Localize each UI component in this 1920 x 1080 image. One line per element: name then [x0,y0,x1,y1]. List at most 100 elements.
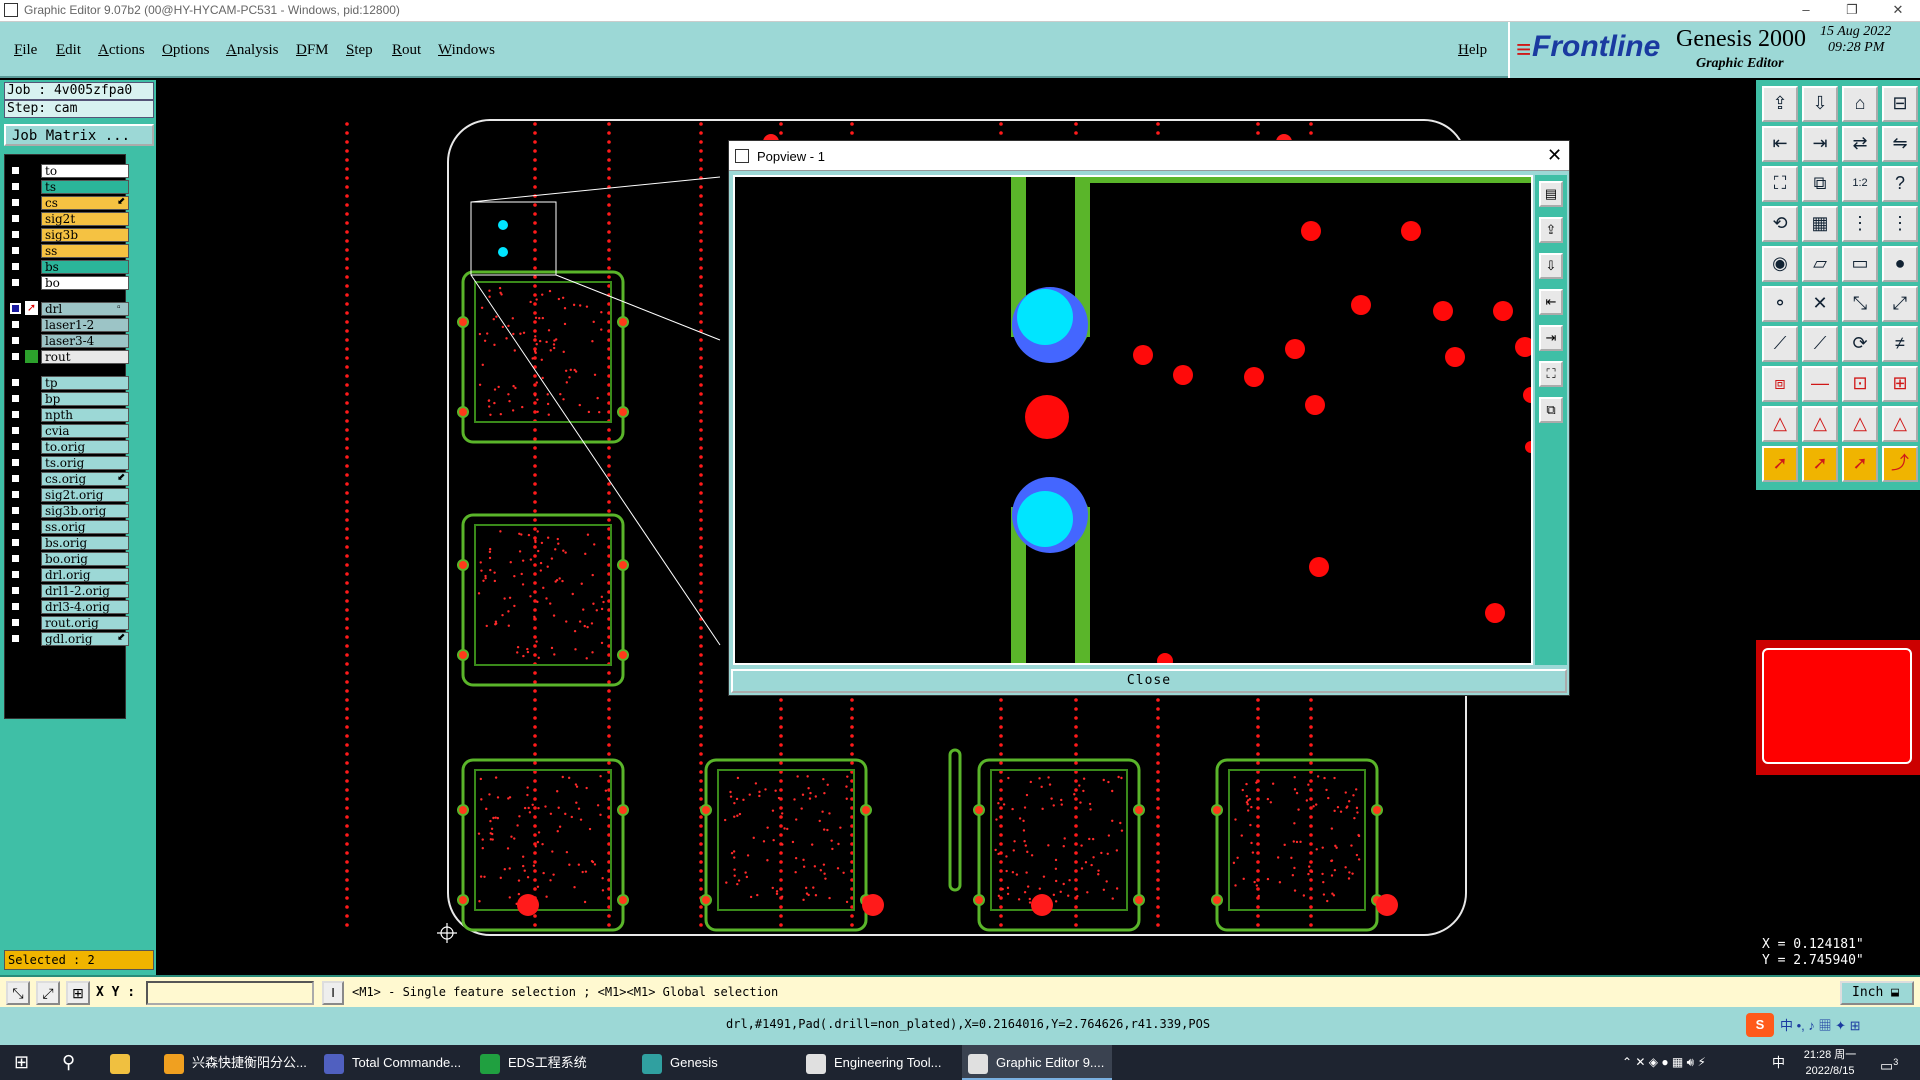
layer-name[interactable]: laser3-4 [41,334,129,348]
taskbar-app[interactable]: Graphic Editor 9.... [962,1045,1112,1080]
layer-name[interactable]: to [41,164,129,178]
minimize-button[interactable]: – [1784,0,1828,22]
align-icon[interactable]: ⇋ [1882,126,1918,162]
snap-icon[interactable]: ⊡ [1842,366,1878,402]
layer-row[interactable]: cvia [7,423,129,438]
layer-checkbox[interactable] [10,229,21,240]
layer-name[interactable]: ss [41,244,129,258]
poly-icon[interactable]: ▱ [1802,246,1838,282]
menu-file[interactable]: File [14,42,37,59]
pv-layers-icon[interactable]: ▤ [1539,181,1563,207]
layer-name[interactable]: npth [41,408,129,422]
layer-name[interactable]: rout [41,350,129,364]
grid-icon[interactable]: ▦ [1802,206,1838,242]
layer-name[interactable]: bs [41,260,129,274]
layer-row[interactable]: ts.orig [7,455,129,470]
pv-fit-icon[interactable]: ⛶ [1539,361,1563,387]
layer-checkbox[interactable] [10,245,21,256]
layer-row[interactable]: laser1-2 [7,317,129,332]
line-a-icon[interactable]: ⟋ [1762,326,1798,362]
menu-dfm[interactable]: DFM [296,42,329,59]
move-down-icon[interactable]: ⇩ [1802,86,1838,122]
layer-row[interactable]: bp [7,391,129,406]
pv-down-icon[interactable]: ⇩ [1539,253,1563,279]
home-icon[interactable]: ⌂ [1842,86,1878,122]
snap-a-icon[interactable]: ⋮ [1842,206,1878,242]
menu-step[interactable]: Step [346,42,373,59]
cross-icon[interactable]: ✕ [1802,286,1838,322]
layer-checkbox[interactable] [10,197,21,208]
layer-checkbox[interactable] [10,457,21,468]
menu-windows[interactable]: Windows [438,42,495,59]
pv-left-icon[interactable]: ⇤ [1539,289,1563,315]
layer-checkbox[interactable] [10,277,21,288]
layer-checkbox[interactable] [10,489,21,500]
layer-color-swatch[interactable] [25,350,38,363]
layer-checkbox[interactable] [10,553,21,564]
popview-title-bar[interactable]: Popview - 1 ✕ [729,141,1569,171]
left-icon[interactable]: ⇤ [1762,126,1798,162]
layer-row[interactable]: cs ⬋ [7,195,129,210]
layer-name[interactable]: to.orig [41,440,129,454]
xy-input[interactable] [146,981,314,1005]
layer-name[interactable]: sig2t [41,212,129,226]
tri-b-icon[interactable]: △ [1802,406,1838,442]
popview-plot[interactable] [733,175,1539,669]
pv-up-icon[interactable]: ⇪ [1539,217,1563,243]
layer-checkbox[interactable] [10,633,21,644]
scale-icon[interactable]: 1:2 [1842,166,1878,202]
layer-row[interactable]: to.orig [7,439,129,454]
join-icon[interactable]: ⊞ [1882,366,1918,402]
layer-checkbox[interactable] [10,261,21,272]
zoom-fit-icon[interactable]: ⤡ [6,981,30,1005]
tri-a-icon[interactable]: △ [1762,406,1798,442]
menu-help[interactable]: Help [1458,42,1487,59]
layer-name[interactable]: drl [41,302,129,316]
layer-checkbox[interactable] [10,505,21,516]
layer-name[interactable]: bp [41,392,129,406]
layer-row[interactable]: sig2t.orig [7,487,129,502]
select-icon[interactable]: ➚ [1762,446,1798,482]
ime-indicator[interactable]: 中 [1772,1045,1785,1080]
layer-row[interactable]: tp [7,375,129,390]
layer-checkbox[interactable] [10,409,21,420]
help-icon[interactable]: ? [1882,166,1918,202]
layer-row[interactable]: drl3-4.orig [7,599,129,614]
layer-name[interactable]: gdl.orig [41,632,129,646]
info-icon[interactable]: I [322,981,344,1005]
layer-checkbox[interactable] [10,335,21,346]
layer-row[interactable]: bo.orig [7,551,129,566]
pad-icon[interactable]: ◉ [1762,246,1798,282]
layer-row[interactable]: bo [7,275,129,290]
split-icon[interactable]: ⊟ [1882,86,1918,122]
layer-checkbox[interactable] [10,213,21,224]
right-icon[interactable]: ⇥ [1802,126,1838,162]
redo-icon[interactable]: ⟳ [1842,326,1878,362]
layer-checkbox[interactable] [10,165,21,176]
layer-row[interactable]: sig3b.orig [7,503,129,518]
search-icon[interactable]: ⚲ [62,1045,75,1080]
file-explorer-icon[interactable] [110,1045,138,1080]
layer-name[interactable]: drl3-4.orig [41,600,129,614]
frame-icon[interactable]: ⧈ [1762,366,1798,402]
layer-checkbox[interactable] [10,601,21,612]
popview-window[interactable]: Popview - 1 ✕ ▤ ⇪ ⇩ ⇤ ⇥ ⛶ ⧉ Close [728,140,1570,696]
layer-checkbox[interactable] [10,181,21,192]
layer-name[interactable]: bo.orig [41,552,129,566]
layer-row[interactable]: ts [7,179,129,194]
layer-name[interactable]: bo [41,276,129,290]
layer-checkbox[interactable] [10,569,21,580]
zoom-in-icon[interactable]: ⤡ [1842,286,1878,322]
snap-b-icon[interactable]: ⋮ [1882,206,1918,242]
layer-checkbox[interactable] [10,425,21,436]
layer-checkbox[interactable] [10,585,21,596]
layer-name[interactable]: laser1-2 [41,318,129,332]
sogou-ime-icon[interactable]: S [1746,1013,1774,1037]
grid-icon[interactable]: ⊞ [66,981,90,1005]
clock[interactable]: 21:28 周一 2022/8/15 [1798,1045,1862,1080]
layer-row[interactable]: sig3b [7,227,129,242]
layer-row[interactable]: to [7,163,129,178]
close-window-button[interactable]: ✕ [1876,0,1920,22]
line-b-icon[interactable]: ⟋ [1802,326,1838,362]
layer-row[interactable]: gdl.orig ⬋ [7,631,129,646]
